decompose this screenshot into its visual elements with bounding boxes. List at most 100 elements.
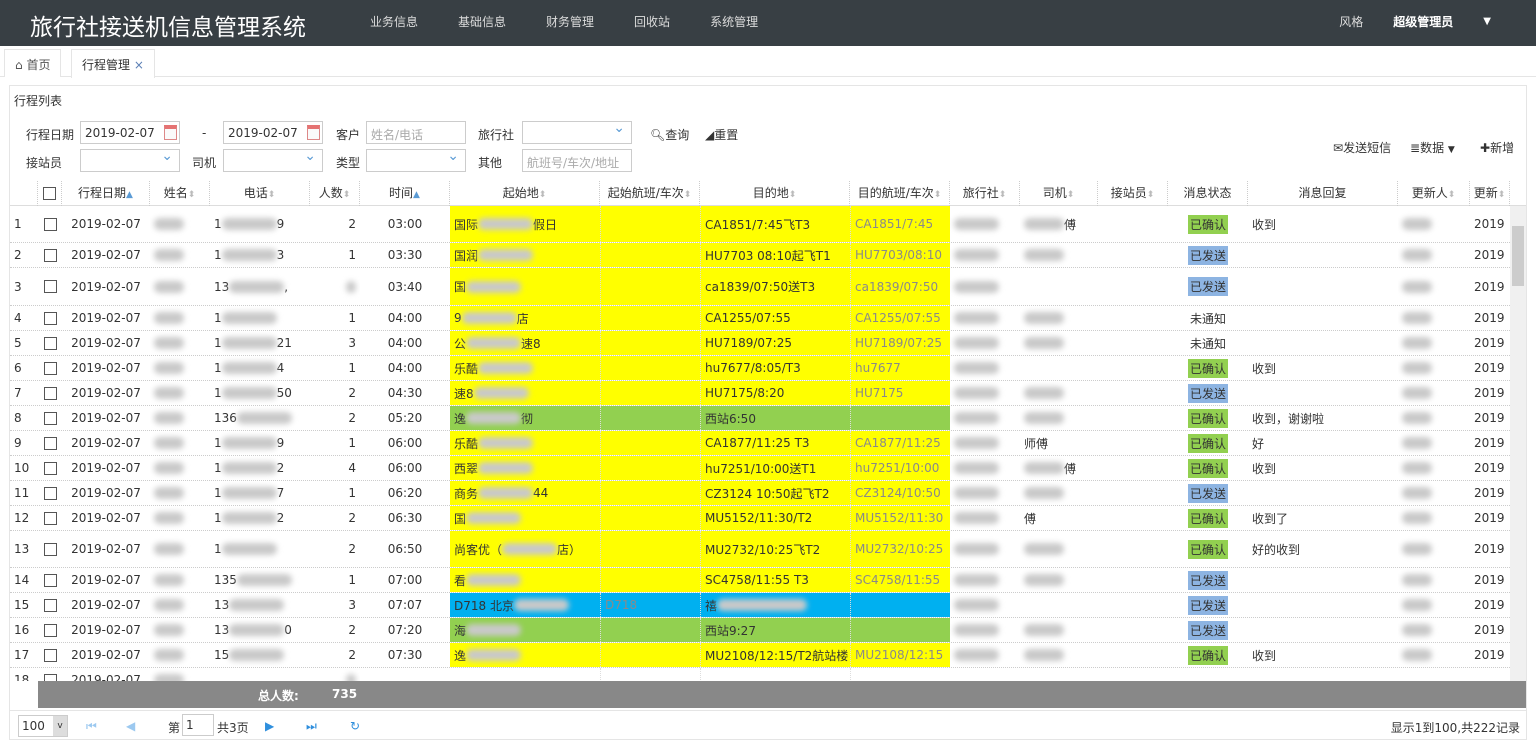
row-checkbox[interactable] xyxy=(43,436,57,450)
table-row[interactable]: 5 2019-02-07 1 21 3 04:00 公 速8 HU7189/07:25 HU718… xyxy=(10,331,1510,356)
table-row[interactable]: 12 2019-02-07 1 2 2 06:30 国 MU5152/11:30/T2 MU51… xyxy=(10,506,1510,531)
trip-date: 2019-02-07 xyxy=(71,461,141,475)
page-size-select[interactable]: 100 v xyxy=(18,715,68,737)
type-select[interactable] xyxy=(366,148,466,172)
table-row[interactable]: 16 2019-02-07 13 0 2 07:20 海 西站9:27 已发送 2019 xyxy=(10,618,1510,643)
refresh-icon[interactable]: ↻ xyxy=(350,719,360,733)
close-icon[interactable]: × xyxy=(134,58,144,72)
page-input[interactable]: 1 xyxy=(182,714,214,736)
row-checkbox[interactable] xyxy=(43,411,57,425)
row-number: 8 xyxy=(14,411,22,425)
last-page-icon[interactable]: ⏭ xyxy=(306,719,317,734)
chevron-down-icon[interactable]: v xyxy=(53,716,67,736)
table-row[interactable]: 1 2019-02-07 1 9 2 03:00 国际 假日 CA1851/7:45飞T3 CA1… xyxy=(10,206,1510,243)
row-checkbox[interactable] xyxy=(43,542,57,556)
row-checkbox[interactable] xyxy=(43,673,57,681)
caret-down-icon[interactable]: ▼ xyxy=(1483,0,1491,44)
sort-icon: ⬍ xyxy=(998,190,1007,200)
table-row[interactable]: 15 2019-02-07 13 3 07:07 D718 北京 D718 禧 已发送 2019 xyxy=(10,593,1510,618)
row-checkbox[interactable] xyxy=(43,386,57,400)
table-row[interactable]: 2 2019-02-07 1 3 1 03:30 国润 HU7703 08:10起飞T1 HU7… xyxy=(10,243,1510,268)
table-row[interactable]: 7 2019-02-07 1 50 2 04:30 速8 HU7175/8:20 HU7175 已… xyxy=(10,381,1510,406)
other-input[interactable]: 航班号/车次/地址 xyxy=(522,149,632,172)
row-checkbox[interactable] xyxy=(43,511,57,525)
table-row[interactable]: 8 2019-02-07 136 2 05:20 逸 彻 西站6:50 已确认 收到，谢谢啦 201… xyxy=(10,406,1510,431)
column-header[interactable]: 目的地⬍ xyxy=(700,181,850,206)
column-header[interactable]: 行程日期▲ xyxy=(62,181,150,206)
trip-date: 2019-02-07 xyxy=(71,217,141,231)
nav-business[interactable]: 业务信息 xyxy=(350,0,438,44)
nav-basic[interactable]: 基础信息 xyxy=(438,0,526,44)
staff-select[interactable] xyxy=(80,148,180,172)
table-row[interactable]: 18 2019-02-07 xyxy=(10,668,1510,681)
sort-icon: ⬍ xyxy=(683,190,692,200)
driver-select[interactable] xyxy=(223,148,323,172)
row-checkbox[interactable] xyxy=(43,280,57,293)
column-header[interactable]: 人数⬍ xyxy=(310,181,360,206)
first-page-icon[interactable]: ⏮ xyxy=(86,719,97,734)
select-all-checkbox[interactable] xyxy=(38,181,62,206)
vertical-scrollbar[interactable] xyxy=(1510,206,1526,681)
table-row[interactable]: 6 2019-02-07 1 4 1 04:00 乐酷 hu7677/8:05/T3 hu767… xyxy=(10,356,1510,381)
style-menu[interactable]: 风格 xyxy=(1339,0,1363,44)
data-dropdown[interactable]: ≣数据 ▼ xyxy=(1410,139,1455,156)
table-row[interactable]: 11 2019-02-07 1 7 1 06:20 商务 44 CZ3124 10:50起飞T2… xyxy=(10,481,1510,506)
column-header[interactable]: 司机⬍ xyxy=(1020,181,1098,206)
redacted-text xyxy=(1024,387,1064,399)
row-checkbox[interactable] xyxy=(43,623,57,637)
calendar-icon[interactable] xyxy=(164,125,177,140)
redacted-text xyxy=(154,337,184,349)
row-checkbox[interactable] xyxy=(43,598,57,612)
column-header[interactable]: 消息状态 xyxy=(1168,181,1248,206)
nav-recycle[interactable]: 回收站 xyxy=(614,0,690,44)
prev-page-icon[interactable]: ◀ xyxy=(126,719,135,733)
customer-input[interactable]: 姓名/电话 xyxy=(366,121,466,144)
destination-flight: SC4758/11:55 xyxy=(855,573,941,587)
date-from-input[interactable]: 2019-02-07 xyxy=(80,121,180,144)
column-header[interactable]: 姓名⬍ xyxy=(150,181,210,206)
column-header[interactable]: 目的航班/车次⬍ xyxy=(850,181,950,206)
column-header[interactable]: 电话⬍ xyxy=(210,181,310,206)
date-to-value: 2019-02-07 xyxy=(228,126,298,140)
column-header[interactable]: 时间▲ xyxy=(360,181,450,206)
row-checkbox[interactable] xyxy=(43,311,57,325)
table-row[interactable]: 4 2019-02-07 1 1 04:00 9 店 CA1255/07:55 CA1255/0… xyxy=(10,306,1510,331)
row-checkbox[interactable] xyxy=(43,361,57,375)
column-header[interactable]: 旅行社⬍ xyxy=(950,181,1020,206)
row-checkbox[interactable] xyxy=(43,336,57,350)
column-header[interactable]: 更新⬍ xyxy=(1470,181,1510,206)
column-header[interactable]: 起始航班/车次⬍ xyxy=(600,181,700,206)
calendar-icon[interactable] xyxy=(307,125,320,140)
table-row[interactable]: 3 2019-02-07 13, 03:40 国 ca1839/07:50送T3 ca183… xyxy=(10,268,1510,306)
reset-button[interactable]: ◢重置 xyxy=(705,126,738,143)
row-checkbox[interactable] xyxy=(43,217,57,231)
table-row[interactable]: 14 2019-02-07 135 1 07:00 看 SC4758/11:55 T3 SC4… xyxy=(10,568,1510,593)
row-checkbox[interactable] xyxy=(43,248,57,262)
add-button[interactable]: ✚新增 xyxy=(1480,139,1514,156)
user-menu[interactable]: 超级管理员 xyxy=(1393,0,1453,44)
nav-system[interactable]: 系统管理 xyxy=(690,0,778,44)
column-header[interactable]: 更新人⬍ xyxy=(1398,181,1470,206)
row-checkbox[interactable] xyxy=(43,486,57,500)
next-page-icon[interactable]: ▶ xyxy=(265,719,274,733)
search-button[interactable]: 🔍︎查询 xyxy=(650,126,689,143)
date-to-input[interactable]: 2019-02-07 xyxy=(223,121,323,144)
table-row[interactable]: 9 2019-02-07 1 9 1 06:00 乐酷 CA1877/11:25 T3 CA18… xyxy=(10,431,1510,456)
row-checkbox[interactable] xyxy=(43,648,57,662)
tab-home[interactable]: ⌂ 首页 xyxy=(4,49,62,77)
nav-finance[interactable]: 财务管理 xyxy=(526,0,614,44)
send-sms-button[interactable]: ✉发送短信 xyxy=(1333,139,1391,156)
column-header[interactable]: 接站员⬍ xyxy=(1098,181,1168,206)
redacted-text xyxy=(1402,387,1432,399)
column-header[interactable]: 起始地⬍ xyxy=(450,181,600,206)
tab-trip-management[interactable]: 行程管理 × xyxy=(71,49,155,78)
vertical-scroll-thumb[interactable] xyxy=(1512,226,1524,286)
row-checkbox[interactable] xyxy=(43,573,57,587)
table-row[interactable]: 17 2019-02-07 15 2 07:30 逸 MU2108/12:15/T2航站楼 M… xyxy=(10,643,1510,668)
table-row[interactable]: 10 2019-02-07 1 2 4 06:00 西翠 hu7251/10:00送T1 hu7… xyxy=(10,456,1510,481)
table-row[interactable]: 13 2019-02-07 1 2 06:50 尚客优（ 店） MU2732/10:25飞T2… xyxy=(10,531,1510,568)
redacted-text xyxy=(473,387,529,399)
row-checkbox[interactable] xyxy=(43,461,57,475)
agency-select[interactable] xyxy=(522,120,632,144)
column-header[interactable]: 消息回复 xyxy=(1248,181,1398,206)
